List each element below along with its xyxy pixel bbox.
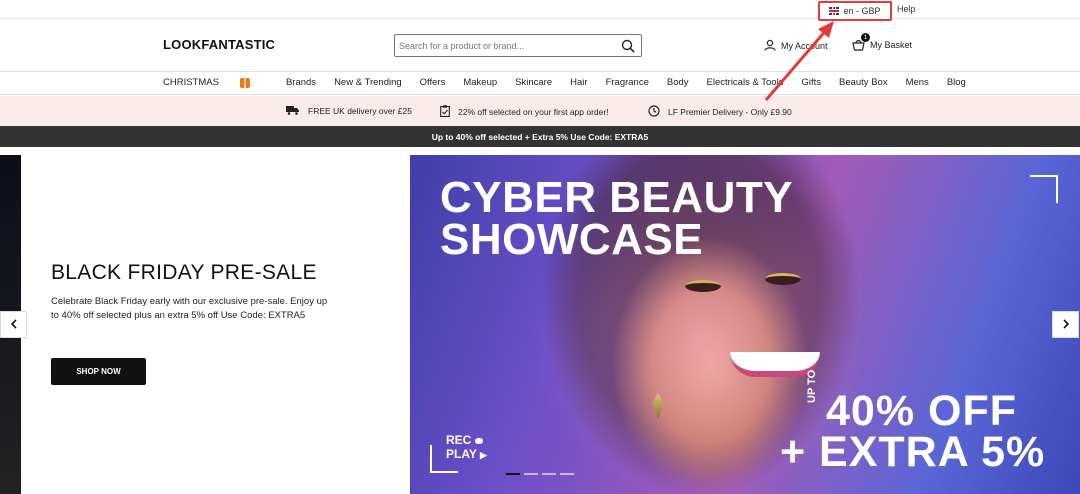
play-label: PLAY ▶	[446, 447, 487, 462]
my-account-label: My Account	[781, 41, 828, 51]
nav-item-beauty-box[interactable]: Beauty Box	[839, 77, 888, 88]
promo-premier[interactable]: LF Premier Delivery - Only £9.90	[648, 105, 792, 119]
carousel-dot[interactable]	[524, 473, 538, 475]
nav-item-fragrance[interactable]: Fragrance	[606, 77, 649, 88]
my-basket-label: My Basket	[870, 40, 913, 50]
hero-description: Celebrate Black Friday early with our ex…	[51, 296, 328, 321]
promo-delivery-text: FREE UK delivery over £25	[308, 106, 412, 116]
image-headline: CYBER BEAUTY SHOWCASE	[440, 173, 794, 264]
nav-item-mens[interactable]: Mens	[906, 77, 929, 88]
offer-line-2: + EXTRA 5%	[780, 428, 1046, 476]
rec-text: REC	[446, 433, 472, 447]
locale-label: en - GBP	[843, 6, 881, 16]
truck-icon	[286, 105, 300, 117]
carousel-next-button[interactable]	[1052, 311, 1079, 338]
carousel-dot[interactable]	[542, 473, 556, 475]
carousel-prev-button[interactable]	[0, 311, 27, 338]
model-eye-right	[765, 273, 801, 285]
promo-strip: FREE UK delivery over £25 22% off select…	[0, 96, 1080, 126]
announcement-bar[interactable]: Up to 40% off selected + Extra 5% Use Co…	[0, 126, 1080, 147]
search-icon[interactable]	[621, 39, 635, 58]
hero-carousel: BLACK FRIDAY PRE-SALE Celebrate Black Fr…	[0, 155, 1080, 494]
nav-item-new-trending[interactable]: New & Trending	[334, 77, 402, 88]
carousel-pagination	[506, 473, 574, 475]
user-icon	[764, 39, 776, 53]
carousel-dot[interactable]	[506, 473, 520, 475]
uk-flag-icon	[829, 7, 840, 15]
basket-icon: 1	[852, 33, 870, 51]
my-basket-link[interactable]: 1 My Basket	[852, 33, 913, 51]
promo-app[interactable]: 22% off selected on your first app order…	[440, 105, 609, 119]
gift-icon	[239, 77, 250, 88]
search-bar	[394, 34, 642, 57]
nav-item-makeup[interactable]: Makeup	[463, 77, 497, 88]
clock-icon	[648, 105, 660, 119]
search-input[interactable]	[395, 35, 615, 56]
image-headline-line-2: SHOWCASE	[440, 215, 704, 264]
play-triangle-icon: ▶	[480, 450, 487, 460]
promo-premier-text: LF Premier Delivery - Only £9.90	[668, 107, 792, 117]
nav-item-skincare[interactable]: Skincare	[515, 77, 552, 88]
top-utility-bar: en - GBP Help	[0, 0, 1080, 21]
carousel-dot[interactable]	[560, 473, 574, 475]
nav-item-label: CHRISTMAS	[163, 77, 219, 88]
play-text: PLAY	[446, 447, 477, 461]
nav-item-christmas[interactable]: CHRISTMAS	[163, 77, 268, 88]
rec-play-label: REC PLAY ▶	[446, 433, 487, 462]
nav-item-blog[interactable]: Blog	[947, 77, 966, 88]
locale-currency-selector[interactable]: en - GBP	[818, 1, 892, 21]
nav-item-gifts[interactable]: Gifts	[801, 77, 821, 88]
site-logo[interactable]: LOOKFANTASTIC	[163, 37, 275, 52]
hero-text-panel: BLACK FRIDAY PRE-SALE Celebrate Black Fr…	[21, 155, 410, 494]
nav-item-hair[interactable]: Hair	[570, 77, 587, 88]
announcement-text: Up to 40% off selected + Extra 5% Use Co…	[431, 131, 649, 142]
nav-item-body[interactable]: Body	[667, 77, 689, 88]
help-link[interactable]: Help	[897, 4, 916, 14]
my-account-link[interactable]: My Account	[764, 39, 828, 53]
basket-count-badge: 1	[861, 33, 870, 42]
shop-now-button[interactable]: SHOP NOW	[51, 358, 146, 385]
site-header: LOOKFANTASTIC My Account 1 My Basket	[0, 19, 1080, 72]
hero-title: BLACK FRIDAY PRE-SALE	[51, 261, 317, 284]
nav-item-electricals-tools[interactable]: Electricals & Tools	[707, 77, 784, 88]
rec-label: REC	[446, 433, 487, 447]
frame-corner-decoration	[1030, 175, 1058, 203]
model-eye-left	[685, 280, 721, 292]
up-to-label: UP TO	[806, 369, 818, 403]
record-dot-icon	[474, 438, 483, 444]
main-navigation: CHRISTMAS Brands New & Trending Offers M…	[0, 72, 1080, 95]
promo-app-text: 22% off selected on your first app order…	[458, 107, 609, 117]
hero-image[interactable]: CYBER BEAUTY SHOWCASE UP TO 40% OFF + EX…	[410, 155, 1080, 494]
chevron-left-icon	[10, 318, 18, 332]
chevron-right-icon	[1062, 318, 1070, 332]
clipboard-check-icon	[440, 105, 450, 119]
promo-delivery[interactable]: FREE UK delivery over £25	[286, 105, 412, 117]
nav-item-offers[interactable]: Offers	[420, 77, 446, 88]
nav-item-brands[interactable]: Brands	[286, 77, 316, 88]
image-headline-line-1: CYBER BEAUTY	[440, 173, 794, 222]
